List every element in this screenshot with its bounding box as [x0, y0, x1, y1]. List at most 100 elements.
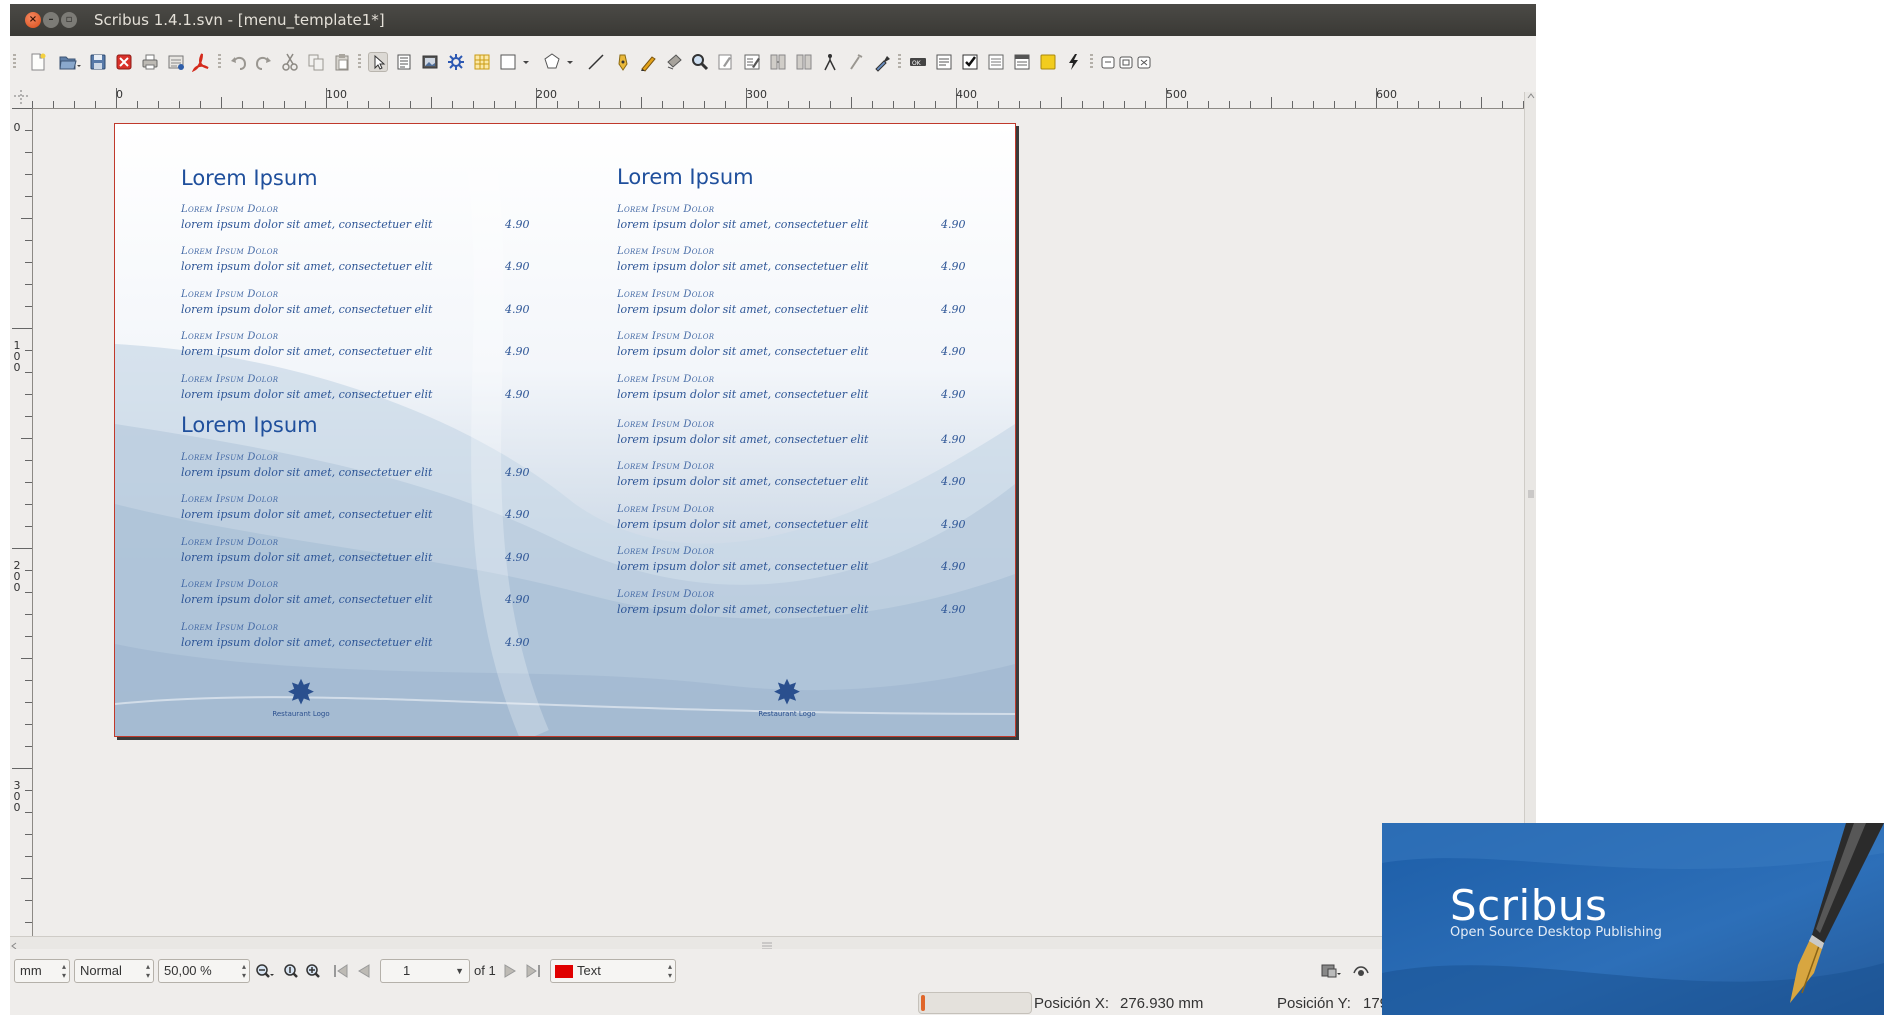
- cut-icon[interactable]: [280, 52, 300, 72]
- redo-icon[interactable]: [254, 52, 274, 72]
- ruler-corner[interactable]: [10, 86, 32, 108]
- menu-item[interactable]: Lorem Ipsum Dolor lorem ipsum dolor sit …: [181, 289, 541, 321]
- window-icon-2[interactable]: [1118, 52, 1134, 72]
- polygon-icon[interactable]: [542, 52, 576, 72]
- link-frames-icon[interactable]: [768, 52, 788, 72]
- pdf-combobox-icon[interactable]: [986, 52, 1006, 72]
- freehand-icon[interactable]: [638, 52, 658, 72]
- export-pdf-icon[interactable]: [191, 52, 212, 73]
- document-canvas[interactable]: Lorem Ipsum Lorem Ipsum Dolor lorem ipsu…: [33, 109, 1525, 935]
- horizontal-ruler[interactable]: 0 100 200 300 400 500 600: [32, 86, 1536, 109]
- measure-icon[interactable]: [820, 52, 840, 72]
- menu-item[interactable]: Lorem Ipsum Dolor lorem ipsum dolor sit …: [617, 419, 977, 451]
- maximize-window-button[interactable]: ▫: [61, 12, 77, 28]
- visibility-icon[interactable]: [1352, 962, 1370, 980]
- menu-item[interactable]: Lorem Ipsum Dolor lorem ipsum dolor sit …: [181, 374, 541, 406]
- menu-page[interactable]: Lorem Ipsum Lorem Ipsum Dolor lorem ipsu…: [114, 123, 1016, 737]
- item-price: 4.90: [505, 345, 530, 358]
- close-window-button[interactable]: ×: [25, 12, 41, 28]
- ruler-label: 200: [13, 559, 21, 594]
- line-icon[interactable]: [586, 52, 606, 72]
- unlink-frames-icon[interactable]: [794, 52, 814, 72]
- menu-item[interactable]: Lorem Ipsum Dolor lorem ipsum dolor sit …: [617, 289, 977, 321]
- menu-item[interactable]: Lorem Ipsum Dolor lorem ipsum dolor sit …: [181, 622, 541, 654]
- open-icon[interactable]: [58, 52, 82, 72]
- section-heading[interactable]: Lorem Ipsum: [181, 166, 318, 190]
- spin-arrows-icon: ▴ ▾: [61, 962, 66, 980]
- zoom-100-icon[interactable]: [282, 962, 300, 980]
- eyedropper-icon[interactable]: [872, 52, 892, 72]
- page-number-select[interactable]: 1 ▼: [380, 959, 470, 983]
- pdf-annotation-icon[interactable]: [1038, 52, 1058, 72]
- copy-properties-icon[interactable]: [846, 52, 866, 72]
- shape-icon[interactable]: [498, 52, 532, 72]
- render-frame-icon[interactable]: [446, 52, 466, 72]
- menu-item[interactable]: Lorem Ipsum Dolor lorem ipsum dolor sit …: [181, 494, 541, 526]
- menu-item[interactable]: Lorem Ipsum Dolor lorem ipsum dolor sit …: [617, 374, 977, 406]
- window-icon-1[interactable]: [1100, 52, 1116, 72]
- menu-item[interactable]: Lorem Ipsum Dolor lorem ipsum dolor sit …: [181, 537, 541, 569]
- menu-item[interactable]: Lorem Ipsum Dolor lorem ipsum dolor sit …: [617, 246, 977, 278]
- undo-icon[interactable]: [228, 52, 248, 72]
- preview-mode-icon[interactable]: [1320, 962, 1344, 980]
- menu-item[interactable]: Lorem Ipsum Dolor lorem ipsum dolor sit …: [181, 204, 541, 236]
- toolbar-grip[interactable]: [13, 54, 16, 70]
- first-page-icon[interactable]: [332, 962, 350, 980]
- layer-select[interactable]: Text ▴ ▾: [550, 959, 676, 983]
- splash-app-name: Scribus: [1450, 881, 1608, 930]
- new-document-icon[interactable]: [28, 52, 48, 72]
- next-page-icon[interactable]: [502, 962, 520, 980]
- copy-icon[interactable]: [306, 52, 326, 72]
- unit-select[interactable]: mm ▴ ▾: [14, 959, 70, 983]
- progress-bar-fill: [921, 995, 925, 1011]
- previous-page-icon[interactable]: [354, 962, 372, 980]
- zoom-in-icon[interactable]: [304, 962, 322, 980]
- ruler-label: 500: [1166, 88, 1187, 101]
- paste-icon[interactable]: [332, 52, 352, 72]
- rotate-icon[interactable]: [664, 52, 684, 72]
- text-frame-icon[interactable]: [394, 52, 414, 72]
- pdf-checkbox-icon[interactable]: [960, 52, 980, 72]
- menu-item[interactable]: Lorem Ipsum Dolor lorem ipsum dolor sit …: [617, 331, 977, 363]
- pdf-button-icon[interactable]: OK: [908, 52, 928, 72]
- pdf-listbox-icon[interactable]: [1012, 52, 1032, 72]
- select-icon[interactable]: [368, 52, 388, 72]
- menu-item[interactable]: Lorem Ipsum Dolor lorem ipsum dolor sit …: [617, 461, 977, 493]
- last-page-icon[interactable]: [524, 962, 542, 980]
- menu-item[interactable]: Lorem Ipsum Dolor lorem ipsum dolor sit …: [181, 331, 541, 363]
- menu-item[interactable]: Lorem Ipsum Dolor lorem ipsum dolor sit …: [181, 579, 541, 611]
- minimize-window-button[interactable]: –: [43, 12, 59, 28]
- section-heading[interactable]: Lorem Ipsum: [181, 413, 318, 437]
- pdf-text-field-icon[interactable]: [934, 52, 954, 72]
- table-icon[interactable]: [472, 52, 492, 72]
- pdf-link-icon[interactable]: [1064, 52, 1084, 72]
- zoom-icon[interactable]: [690, 52, 710, 72]
- preflight-icon[interactable]: [166, 52, 186, 72]
- item-description: lorem ipsum dolor sit amet, consectetuer…: [181, 260, 433, 273]
- bezier-icon[interactable]: [612, 52, 632, 72]
- restaurant-logo[interactable]: ✸ Restaurant Logo: [251, 676, 351, 718]
- edit-contents-icon[interactable]: [716, 52, 736, 72]
- vertical-scrollbar[interactable]: [1524, 92, 1536, 938]
- print-icon[interactable]: [140, 52, 160, 72]
- zoom-input[interactable]: 50,00 % ▴ ▾: [158, 959, 250, 983]
- close-document-icon[interactable]: [114, 52, 134, 72]
- ruler-label: 400: [956, 88, 977, 101]
- section-heading[interactable]: Lorem Ipsum: [617, 165, 754, 189]
- menu-item[interactable]: Lorem Ipsum Dolor lorem ipsum dolor sit …: [181, 246, 541, 278]
- menu-item[interactable]: Lorem Ipsum Dolor lorem ipsum dolor sit …: [617, 546, 977, 578]
- save-icon[interactable]: [88, 52, 108, 72]
- zoom-out-icon[interactable]: [254, 962, 274, 980]
- window-icon-3[interactable]: [1136, 52, 1152, 72]
- horizontal-scrollbar[interactable]: [10, 936, 1524, 950]
- menu-item[interactable]: Lorem Ipsum Dolor lorem ipsum dolor sit …: [617, 504, 977, 536]
- image-frame-icon[interactable]: [420, 52, 440, 72]
- menu-item[interactable]: Lorem Ipsum Dolor lorem ipsum dolor sit …: [617, 589, 977, 621]
- view-mode-select[interactable]: Normal ▴ ▾: [74, 959, 154, 983]
- menu-item[interactable]: Lorem Ipsum Dolor lorem ipsum dolor sit …: [617, 204, 977, 236]
- restaurant-logo[interactable]: ✸ Restaurant Logo: [737, 676, 837, 718]
- edit-text-icon[interactable]: [742, 52, 762, 72]
- menu-item[interactable]: Lorem Ipsum Dolor lorem ipsum dolor sit …: [181, 452, 541, 484]
- item-price: 4.90: [505, 260, 530, 273]
- vertical-ruler[interactable]: 0 100 200 300: [10, 108, 33, 946]
